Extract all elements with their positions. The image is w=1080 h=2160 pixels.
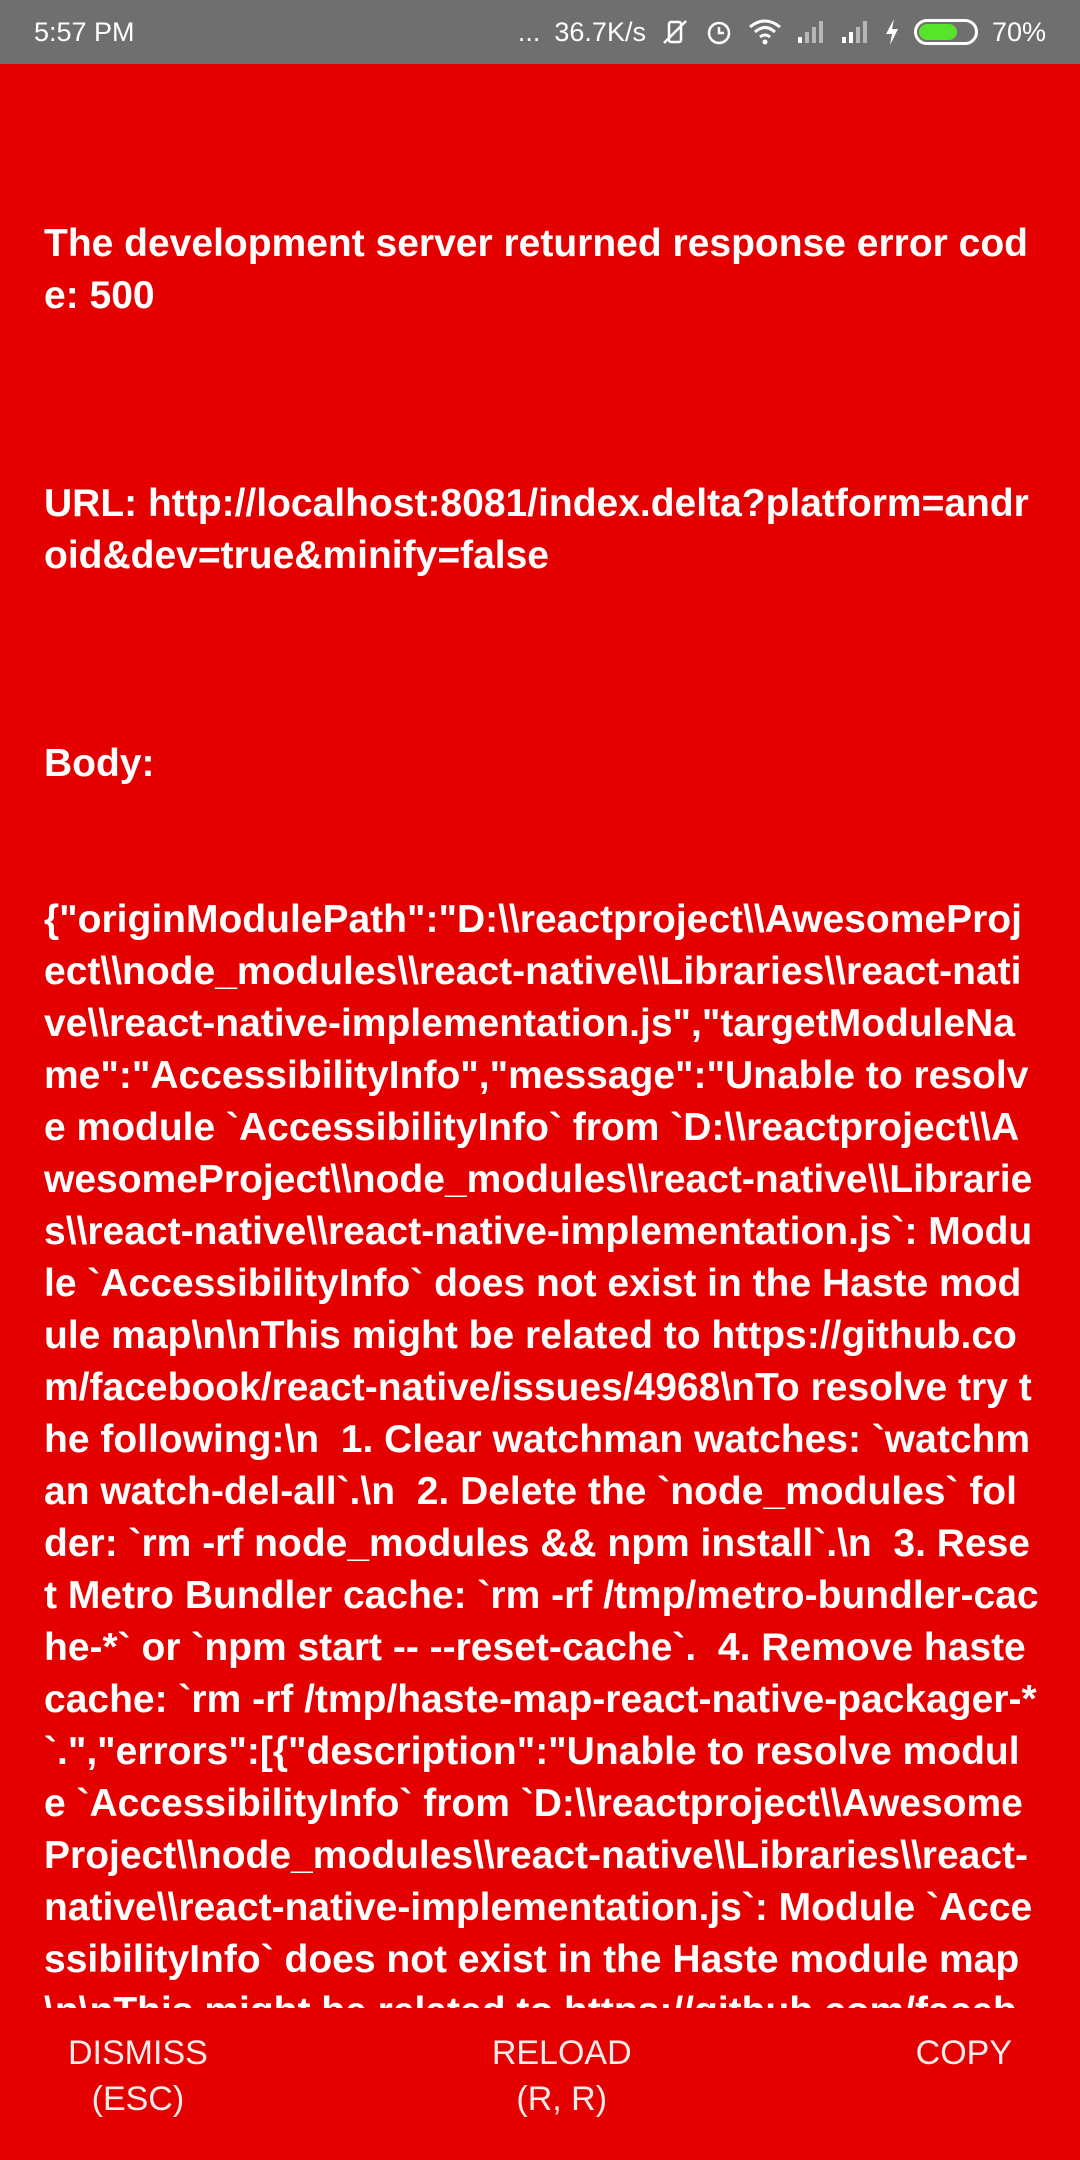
reload-button[interactable]: RELOAD (R, R) xyxy=(492,2030,632,2122)
status-time: 5:57 PM xyxy=(34,16,135,47)
error-title: The development server returned response… xyxy=(44,222,1028,317)
error-message: The development server returned response… xyxy=(44,114,1040,2008)
status-icons: ... 36.7K/s 70% xyxy=(518,16,1046,48)
error-url: URL: http://localhost:8081/index.delta?p… xyxy=(44,482,1029,577)
battery-fill xyxy=(918,24,957,40)
status-dots: ... xyxy=(517,16,541,47)
signal-icon xyxy=(796,16,826,48)
mute-vibrate-icon xyxy=(660,16,690,48)
battery-icon xyxy=(913,19,978,45)
alarm-icon xyxy=(704,16,734,48)
signal-icon-2 xyxy=(840,16,870,48)
dismiss-button[interactable]: DISMISS (ESC) xyxy=(68,2030,208,2122)
footer-buttons: DISMISS (ESC) RELOAD (R, R) COPY xyxy=(0,2030,1080,2160)
wifi-icon xyxy=(748,16,782,48)
charging-icon xyxy=(884,16,900,48)
copy-button[interactable]: COPY xyxy=(916,2030,1012,2076)
error-body-label: Body: xyxy=(44,742,155,785)
battery-percent: 70% xyxy=(991,16,1046,47)
network-speed: 36.7K/s xyxy=(554,16,646,47)
error-body: {"originModulePath":"D:\\reactproject\\A… xyxy=(44,898,1039,2008)
status-bar: 5:57 PM ... 36.7K/s 70% xyxy=(0,0,1080,64)
